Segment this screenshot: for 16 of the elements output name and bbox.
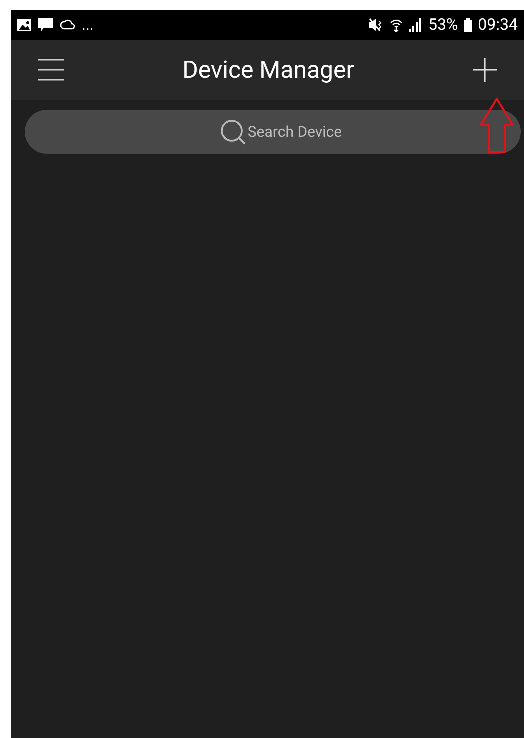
message-icon [38, 18, 53, 32]
overflow-indicator: ... [82, 18, 94, 32]
wifi-icon [390, 18, 404, 32]
battery-percentage: 53% [428, 17, 458, 33]
cloud-icon [59, 18, 76, 32]
signal-icon [409, 18, 422, 32]
mute-icon [368, 18, 384, 32]
image-icon [17, 18, 32, 32]
search-field[interactable]: Search Device [25, 110, 521, 154]
annotation-arrow [480, 98, 514, 153]
search-icon [220, 119, 247, 146]
page-title: Device Manager [182, 55, 354, 86]
add-button[interactable] [473, 58, 497, 82]
battery-icon [464, 18, 472, 32]
clock: 09:34 [478, 17, 518, 33]
menu-button[interactable] [38, 59, 64, 81]
